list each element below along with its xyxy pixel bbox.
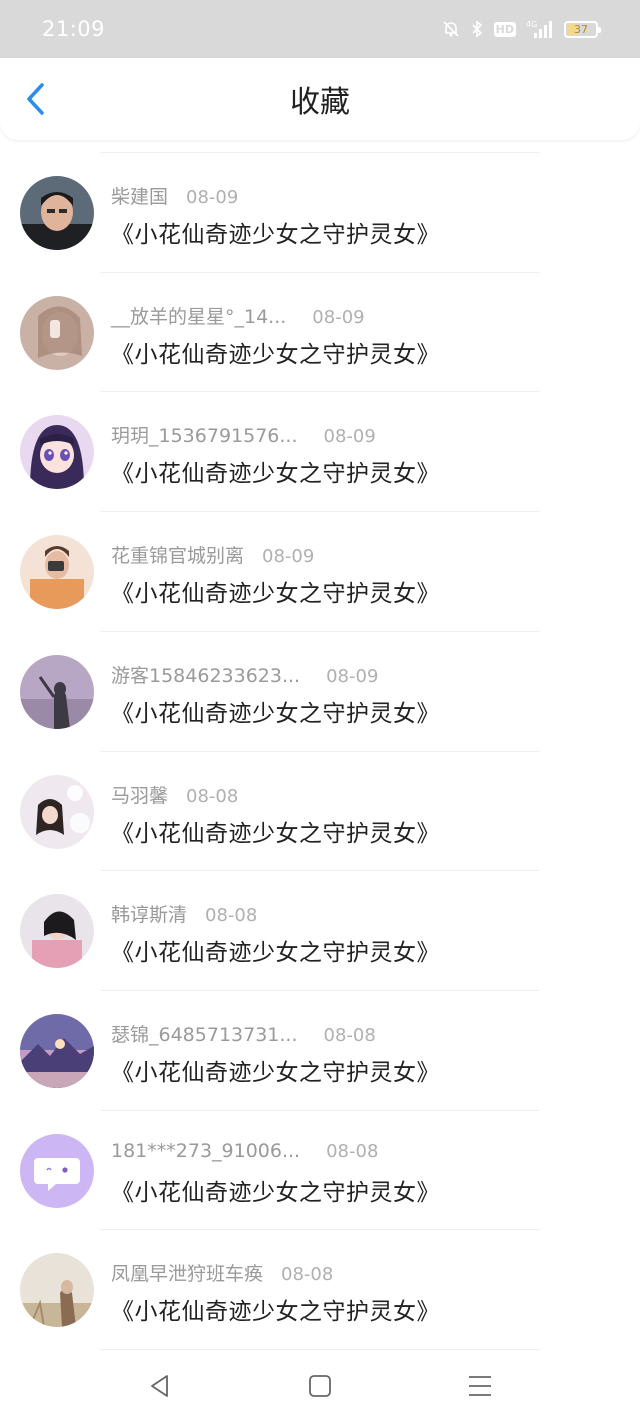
avatar-image <box>20 1134 94 1208</box>
menu-lines-icon <box>469 1376 491 1396</box>
avatar-image <box>20 176 94 250</box>
header-bar: 收藏 <box>0 58 640 140</box>
date: 08-08 <box>205 905 258 926</box>
book-title: 《小花仙奇迹少女之守护灵女》 <box>111 461 440 487</box>
favorite-item[interactable]: 玥玥_1536791576... 08-09 《小花仙奇迹少女之守护灵女》 <box>0 391 640 510</box>
item-meta: 柴建国 08-09 <box>111 182 239 208</box>
signal-icon: 4G <box>526 19 554 39</box>
user-name: 柴建国 <box>111 186 169 208</box>
avatar-image <box>20 775 94 849</box>
favorite-item[interactable]: 瑟锦_6485713731... 08-08 《小花仙奇迹少女之守护灵女》 <box>0 990 640 1109</box>
user-name: 游客15846233623... <box>111 665 301 687</box>
square-home-icon <box>309 1375 331 1397</box>
battery-level: 37 <box>574 22 588 36</box>
favorite-item[interactable]: 马羽馨 08-08 《小花仙奇迹少女之守护灵女》 <box>0 751 640 870</box>
avatar[interactable] <box>20 415 94 489</box>
bluetooth-icon <box>470 20 484 38</box>
book-title: 《小花仙奇迹少女之守护灵女》 <box>111 342 440 368</box>
avatar-image <box>20 535 94 609</box>
favorite-item[interactable]: 凤凰早泄狩班车痪 08-08 《小花仙奇迹少女之守护灵女》 <box>0 1229 640 1348</box>
item-meta: 玥玥_1536791576... 08-09 <box>111 421 376 447</box>
user-name: 马羽馨 <box>111 785 169 807</box>
date: 08-09 <box>323 426 376 447</box>
network-type: 4G <box>526 20 537 29</box>
date: 08-08 <box>326 1141 379 1162</box>
item-meta: 韩谆斯清 08-08 <box>111 900 258 926</box>
avatar[interactable] <box>20 1014 94 1088</box>
item-meta: __放羊的星星°_14... 08-09 <box>111 302 365 328</box>
avatar[interactable] <box>20 655 94 729</box>
avatar-image <box>20 655 94 729</box>
date: 08-08 <box>186 786 239 807</box>
favorite-item[interactable]: 花重锦官城别离 08-09 《小花仙奇迹少女之守护灵女》 <box>0 511 640 630</box>
user-name: 韩谆斯清 <box>111 904 188 926</box>
user-name: __放羊的星星°_14... <box>111 306 287 328</box>
avatar-image <box>20 296 94 370</box>
favorite-item[interactable]: 181***273_91006... 08-08 《小花仙奇迹少女之守护灵女》 <box>0 1110 640 1229</box>
avatar-image <box>20 1253 94 1327</box>
date: 08-09 <box>262 546 315 567</box>
date: 08-09 <box>326 666 379 687</box>
favorite-item[interactable]: 韩谆斯清 08-08 《小花仙奇迹少女之守护灵女》 <box>0 870 640 989</box>
item-meta: 181***273_91006... 08-08 <box>111 1140 378 1164</box>
chevron-left-icon <box>27 83 44 115</box>
book-title: 《小花仙奇迹少女之守护灵女》 <box>111 701 440 727</box>
book-title: 《小花仙奇迹少女之守护灵女》 <box>111 1299 440 1325</box>
date: 08-08 <box>281 1264 334 1285</box>
avatar[interactable] <box>20 1134 94 1208</box>
item-meta: 游客15846233623... 08-09 <box>111 661 379 687</box>
nav-menu-button[interactable] <box>450 1356 510 1416</box>
item-meta: 瑟锦_6485713731... 08-08 <box>111 1020 376 1046</box>
item-meta: 花重锦官城别离 08-09 <box>111 541 315 567</box>
status-icons: HD 4G 37 <box>442 19 601 39</box>
user-name: 181***273_91006... <box>111 1140 301 1162</box>
book-title: 《小花仙奇迹少女之守护灵女》 <box>111 1180 440 1206</box>
battery-icon: 37 <box>564 20 601 38</box>
item-meta: 凤凰早泄狩班车痪 08-08 <box>111 1259 334 1285</box>
system-nav-bar <box>0 1350 640 1422</box>
avatar[interactable] <box>20 296 94 370</box>
date: 08-08 <box>323 1025 376 1046</box>
nav-home-button[interactable] <box>290 1356 350 1416</box>
date: 08-09 <box>186 187 239 208</box>
page-title: 收藏 <box>290 85 350 120</box>
avatar-image <box>20 415 94 489</box>
user-name: 花重锦官城别离 <box>111 545 245 567</box>
avatar[interactable] <box>20 775 94 849</box>
avatar-image <box>20 894 94 968</box>
book-title: 《小花仙奇迹少女之守护灵女》 <box>111 222 440 248</box>
item-meta: 马羽馨 08-08 <box>111 781 239 807</box>
avatar[interactable] <box>20 176 94 250</box>
user-name: 凤凰早泄狩班车痪 <box>111 1263 264 1285</box>
triangle-back-icon <box>151 1375 168 1397</box>
user-name: 瑟锦_6485713731... <box>111 1024 298 1046</box>
hd-icon: HD <box>493 21 516 37</box>
mute-bell-icon <box>442 20 460 38</box>
status-bar: 21:09 HD 4G 37 <box>0 0 640 58</box>
favorite-item[interactable]: 柴建国 08-09 《小花仙奇迹少女之守护灵女》 <box>0 152 640 271</box>
favorite-item[interactable]: 游客15846233623... 08-09 《小花仙奇迹少女之守护灵女》 <box>0 631 640 750</box>
book-title: 《小花仙奇迹少女之守护灵女》 <box>111 581 440 607</box>
book-title: 《小花仙奇迹少女之守护灵女》 <box>111 940 440 966</box>
avatar[interactable] <box>20 535 94 609</box>
date: 08-09 <box>312 307 365 328</box>
back-button[interactable] <box>18 82 52 116</box>
book-title: 《小花仙奇迹少女之守护灵女》 <box>111 821 440 847</box>
nav-back-button[interactable] <box>130 1356 190 1416</box>
avatar[interactable] <box>20 894 94 968</box>
status-time: 21:09 <box>42 17 106 41</box>
user-name: 玥玥_1536791576... <box>111 425 298 447</box>
avatar-image <box>20 1014 94 1088</box>
avatar[interactable] <box>20 1253 94 1327</box>
book-title: 《小花仙奇迹少女之守护灵女》 <box>111 1060 440 1086</box>
favorite-item[interactable]: __放羊的星星°_14... 08-09 《小花仙奇迹少女之守护灵女》 <box>0 272 640 391</box>
